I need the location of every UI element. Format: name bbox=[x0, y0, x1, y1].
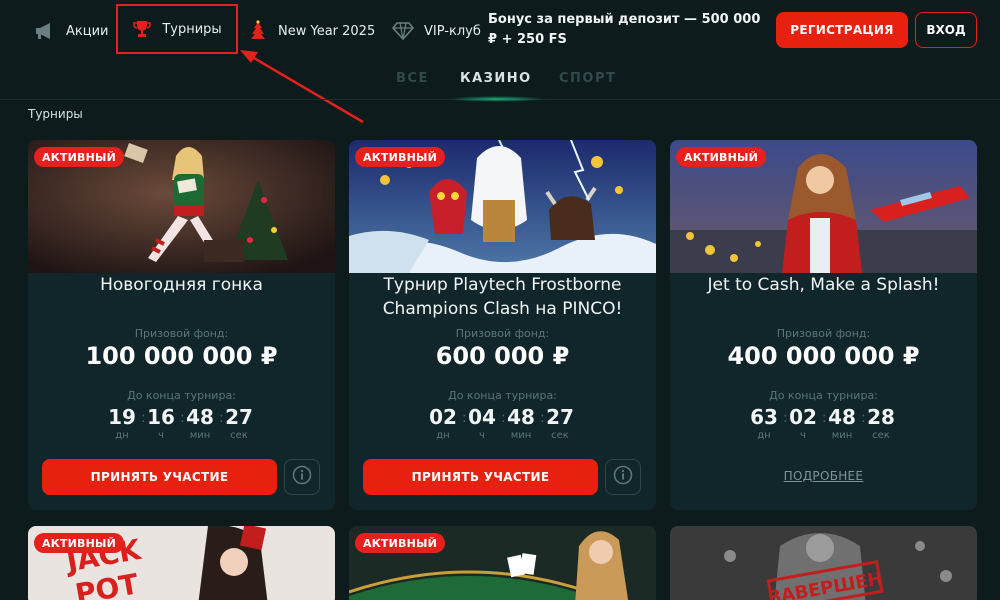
register-button[interactable]: РЕГИСТРАЦИЯ bbox=[776, 12, 908, 48]
countdown-label: До конца турнира: bbox=[448, 389, 557, 402]
nav-new-year[interactable]: New Year 2025 bbox=[248, 14, 375, 48]
prize-fund-value: 100 000 000 ₽ bbox=[85, 342, 278, 370]
join-tournament-button[interactable]: ПРИНЯТЬ УЧАСТИЕ bbox=[42, 459, 277, 495]
nav-promotions[interactable]: Акции bbox=[34, 14, 109, 48]
countdown-label: До конца турнира: bbox=[769, 389, 878, 402]
status-badge: АКТИВНЫЙ bbox=[355, 147, 446, 167]
timer-seconds: 27 сек bbox=[546, 405, 574, 441]
tournament-card[interactable]: JACK POT АКТИВНЫЙ bbox=[28, 526, 335, 600]
timer-hours: 04 ч bbox=[468, 405, 496, 441]
megaphone-icon bbox=[34, 21, 56, 41]
timer-minutes: 48 мин bbox=[828, 405, 856, 441]
tournament-banner-image[interactable]: АКТИВНЫЙ bbox=[349, 140, 656, 273]
login-button[interactable]: ВХОД bbox=[915, 12, 977, 48]
timer-minutes: 48 мин bbox=[507, 405, 535, 441]
tab-all[interactable]: ВСЕ bbox=[396, 71, 429, 86]
status-badge: АКТИВНЫЙ bbox=[34, 533, 125, 553]
nav-promotions-label: Акции bbox=[66, 23, 109, 39]
tournament-card: АКТИВНЫЙ Турнир Playtech Frostborne Cham… bbox=[349, 140, 656, 510]
info-button[interactable] bbox=[605, 459, 641, 495]
timer-minutes: 48 мин bbox=[186, 405, 214, 441]
timer-days: 02 дн bbox=[429, 405, 457, 441]
tournament-title: Jet to Cash, Make a Splash! bbox=[707, 275, 940, 295]
section-title: Турниры bbox=[28, 107, 83, 121]
prize-fund-value: 600 000 ₽ bbox=[435, 342, 570, 370]
timer-days: 63 дн bbox=[750, 405, 778, 441]
timer-hours: 16 ч bbox=[147, 405, 175, 441]
prize-fund-value: 400 000 000 ₽ bbox=[727, 342, 920, 370]
prize-fund-label: Призовой фонд: bbox=[776, 327, 871, 340]
tournament-banner-image: ЗАВЕРШЕН bbox=[670, 526, 977, 600]
nav-tournaments-label: Турниры bbox=[162, 21, 222, 37]
prize-fund-label: Призовой фонд: bbox=[134, 327, 229, 340]
info-icon bbox=[292, 465, 312, 489]
category-tabs: ВСЕ КАЗИНО СПОРТ bbox=[0, 62, 1000, 100]
countdown-timer: 02 дн : 04 ч : 48 мин : 27 сек bbox=[349, 404, 656, 446]
timer-days: 19 дн bbox=[108, 405, 136, 441]
tournament-card[interactable]: ЗАВЕРШЕН bbox=[670, 526, 977, 600]
tournament-card: АКТИВНЫЙ Jet to Cash, Make a Splash! При… bbox=[670, 140, 977, 510]
timer-seconds: 27 сек bbox=[225, 405, 253, 441]
tab-casino[interactable]: КАЗИНО bbox=[460, 71, 532, 86]
info-button[interactable] bbox=[284, 459, 320, 495]
join-tournament-button[interactable]: ПРИНЯТЬ УЧАСТИЕ bbox=[363, 459, 598, 495]
info-icon bbox=[613, 465, 633, 489]
nav-vip-club[interactable]: VIP-клуб bbox=[392, 14, 481, 48]
nav-new-year-label: New Year 2025 bbox=[278, 23, 376, 39]
tournament-title: Турнир Playtech Frostborne Champions Cla… bbox=[382, 275, 623, 319]
tournament-title: Новогодняя гонка bbox=[100, 275, 263, 295]
diamond-icon bbox=[392, 22, 414, 40]
bonus-banner-text[interactable]: Бонус за первый депозит — 500 000 ₽ + 25… bbox=[488, 10, 768, 50]
prize-fund-label: Призовой фонд: bbox=[455, 327, 550, 340]
countdown-timer: 63 дн : 02 ч : 48 мин : 28 сек bbox=[670, 404, 977, 446]
tournament-card: АКТИВНЫЙ Новогодняя гонка Призовой фонд:… bbox=[28, 140, 335, 510]
status-badge: АКТИВНЫЙ bbox=[34, 147, 125, 167]
christmas-tree-icon bbox=[248, 20, 268, 42]
more-details-link[interactable]: ПОДРОБНЕЕ bbox=[670, 469, 977, 483]
active-tab-indicator bbox=[448, 96, 546, 102]
timer-hours: 02 ч bbox=[789, 405, 817, 441]
tournament-banner-image[interactable]: АКТИВНЫЙ bbox=[670, 140, 977, 273]
nav-vip-label: VIP-клуб bbox=[424, 23, 481, 39]
nav-tournaments[interactable]: Турниры bbox=[116, 4, 238, 54]
trophy-icon bbox=[132, 19, 152, 39]
countdown-label: До конца турнира: bbox=[127, 389, 236, 402]
top-header: Акции Турниры New Year 2025 VIP-клуб Бон… bbox=[0, 0, 1000, 62]
timer-seconds: 28 сек bbox=[867, 405, 895, 441]
tournament-card[interactable]: АКТИВНЫЙ bbox=[349, 526, 656, 600]
countdown-timer: 19 дн : 16 ч : 48 мин : 27 сек bbox=[28, 404, 335, 446]
tab-sport[interactable]: СПОРТ bbox=[559, 71, 616, 86]
status-badge: АКТИВНЫЙ bbox=[676, 147, 767, 167]
tournament-banner-image[interactable]: АКТИВНЫЙ bbox=[28, 140, 335, 273]
status-badge: АКТИВНЫЙ bbox=[355, 533, 446, 553]
